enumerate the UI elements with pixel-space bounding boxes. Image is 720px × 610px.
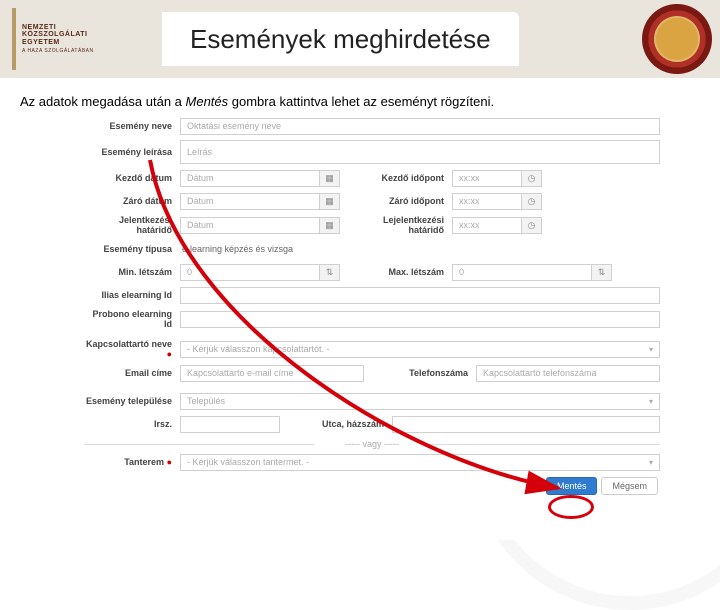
label-start-date: Kezdő dátum bbox=[84, 173, 180, 183]
contact-email-input[interactable]: Kapcsolattartó e-mail címe bbox=[180, 365, 364, 382]
stepper-icon[interactable]: ⇅ bbox=[592, 264, 612, 281]
unreg-deadline-input[interactable]: xx:xx bbox=[452, 217, 522, 234]
contact-select[interactable]: - Kérjük válasszon kapcsolattartót. - ▾ bbox=[180, 341, 660, 358]
street-input[interactable] bbox=[392, 416, 660, 433]
logo-line4: A HAZA SZOLGÁLATÁBAN bbox=[22, 49, 102, 55]
logo-line2: KÖZSZOLGÁLATI bbox=[22, 31, 102, 39]
label-room: Tanterem ● bbox=[84, 457, 180, 467]
label-unreg-deadline: Lejelentkezési határidő bbox=[356, 215, 452, 235]
instruction-suffix: gombra kattintva lehet az eseményt rögzí… bbox=[228, 94, 494, 109]
label-event-name: Esemény neve bbox=[84, 121, 180, 131]
page-title: Események meghirdetése bbox=[162, 12, 519, 66]
end-time-input[interactable]: xx:xx bbox=[452, 193, 522, 210]
probono-id-input[interactable] bbox=[180, 311, 660, 328]
label-end-date: Záró dátum bbox=[84, 196, 180, 206]
stepper-icon[interactable]: ⇅ bbox=[320, 264, 340, 281]
calendar-icon[interactable]: ▦ bbox=[320, 170, 340, 187]
label-min-headcount: Min. létszám bbox=[84, 267, 180, 277]
label-contact-name: Kapcsolattartó neve ● bbox=[84, 339, 180, 359]
save-button[interactable]: Mentés bbox=[546, 477, 598, 495]
clock-icon[interactable]: ◷ bbox=[522, 170, 542, 187]
label-max-headcount: Max. létszám bbox=[356, 267, 452, 277]
reg-deadline-input[interactable]: Dátum bbox=[180, 217, 320, 234]
end-date-input[interactable]: Dátum bbox=[180, 193, 320, 210]
label-probono-id: Probono elearning Id bbox=[84, 309, 180, 329]
min-headcount-input[interactable]: 0 bbox=[180, 264, 320, 281]
event-type-value: e-learning képzés és vizsga bbox=[180, 244, 660, 254]
logo-line3: EGYETEM bbox=[22, 39, 102, 47]
start-time-input[interactable]: xx:xx bbox=[452, 170, 522, 187]
label-event-type: Esemény típusa bbox=[84, 244, 180, 254]
contact-phone-input[interactable]: Kapcsolattartó telefonszáma bbox=[476, 365, 660, 382]
ilias-id-input[interactable] bbox=[180, 287, 660, 304]
calendar-icon[interactable]: ▦ bbox=[320, 217, 340, 234]
event-name-input[interactable]: Oktatási esemény neve bbox=[180, 118, 660, 135]
zip-input[interactable] bbox=[180, 416, 280, 433]
or-divider: ----- vagy ----- bbox=[84, 439, 660, 449]
annotation-circle bbox=[548, 495, 594, 519]
cancel-button[interactable]: Mégsem bbox=[601, 477, 658, 495]
clock-icon[interactable]: ◷ bbox=[522, 193, 542, 210]
room-select-value: - Kérjük válasszon tantermet. - bbox=[187, 457, 309, 467]
event-desc-input[interactable]: Leírás bbox=[180, 140, 660, 164]
label-zip: Irsz. bbox=[84, 419, 180, 429]
instruction-text: Az adatok megadása után a Mentés gombra … bbox=[0, 78, 720, 117]
chevron-down-icon: ▾ bbox=[649, 397, 653, 406]
label-street: Utca, házszám bbox=[296, 419, 392, 429]
instruction-emphasis: Mentés bbox=[186, 94, 229, 109]
label-event-desc: Esemény leírása bbox=[84, 147, 180, 157]
contact-select-value: - Kérjük válasszon kapcsolattartót. - bbox=[187, 344, 330, 354]
label-contact-phone: Telefonszáma bbox=[380, 368, 476, 378]
org-seal-icon bbox=[642, 4, 712, 74]
max-headcount-input[interactable]: 0 bbox=[452, 264, 592, 281]
label-ilias-id: Ilias elearning Id bbox=[84, 290, 180, 300]
clock-icon[interactable]: ◷ bbox=[522, 217, 542, 234]
chevron-down-icon: ▾ bbox=[649, 345, 653, 354]
start-date-input[interactable]: Dátum bbox=[180, 170, 320, 187]
room-select[interactable]: - Kérjük válasszon tantermet. - ▾ bbox=[180, 454, 660, 471]
page-header: NEMZETI KÖZSZOLGÁLATI EGYETEM A HAZA SZO… bbox=[0, 0, 720, 78]
label-start-time: Kezdő időpont bbox=[356, 173, 452, 183]
calendar-icon[interactable]: ▦ bbox=[320, 193, 340, 210]
label-reg-deadline: Jelentkezési határidő bbox=[84, 215, 180, 235]
city-select[interactable]: Település ▾ bbox=[180, 393, 660, 410]
event-form: Esemény neve Oktatási esemény neve Esemé… bbox=[84, 117, 660, 495]
label-event-city: Esemény települése bbox=[84, 396, 180, 406]
org-logo-text: NEMZETI KÖZSZOLGÁLATI EGYETEM A HAZA SZO… bbox=[12, 8, 102, 70]
label-contact-email: Email címe bbox=[84, 368, 180, 378]
chevron-down-icon: ▾ bbox=[649, 458, 653, 467]
instruction-prefix: Az adatok megadása után a bbox=[20, 94, 186, 109]
city-select-value: Település bbox=[187, 396, 225, 406]
label-end-time: Záró időpont bbox=[356, 196, 452, 206]
